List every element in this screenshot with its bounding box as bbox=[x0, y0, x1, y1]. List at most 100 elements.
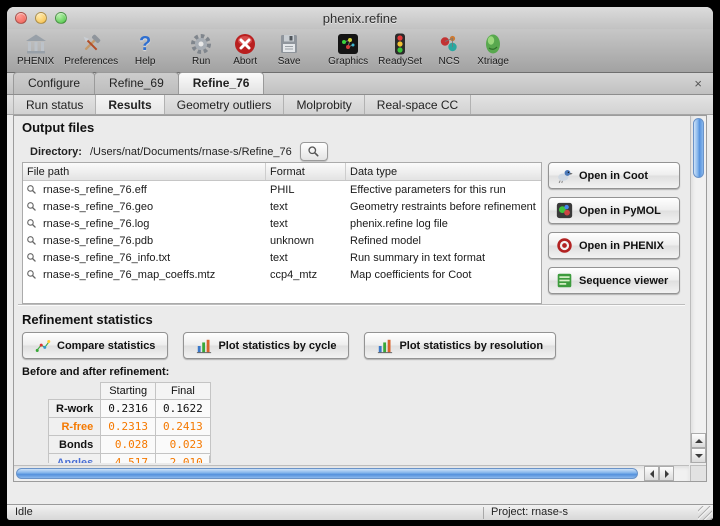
table-row[interactable]: rnase-s_refine_76_map_coeffs.mtz ccp4_mt… bbox=[23, 266, 541, 283]
tools-icon bbox=[79, 31, 103, 57]
plot-statistics-by-cycle-button[interactable]: Plot statistics by cycle bbox=[183, 332, 349, 359]
subtab-geometry-outliers[interactable]: Geometry outliers bbox=[165, 95, 285, 114]
subtab-run-status[interactable]: Run status bbox=[13, 95, 96, 114]
column-header-data-type[interactable]: Data type bbox=[346, 163, 541, 180]
browse-directory-button[interactable] bbox=[300, 142, 328, 161]
bar-chart-icon bbox=[196, 338, 212, 354]
toolbar-label: Xtriage bbox=[477, 56, 509, 67]
section-divider bbox=[18, 304, 685, 305]
button-label: Plot statistics by cycle bbox=[218, 340, 336, 352]
stats-column-starting: Starting bbox=[101, 383, 156, 400]
format-cell: unknown bbox=[266, 235, 346, 247]
scroll-left-arrow-icon[interactable] bbox=[644, 466, 659, 481]
horizontal-scrollbar-thumb[interactable] bbox=[16, 468, 638, 479]
table-row[interactable]: rnase-s_refine_76.pdb unknown Refined mo… bbox=[23, 232, 541, 249]
toolbar-button-save[interactable]: Save bbox=[272, 31, 306, 67]
xtriage-icon bbox=[481, 31, 505, 57]
viewer-buttons-column: Open in Coot Open in PyMOL Open in PHENI… bbox=[548, 162, 680, 294]
magnifier-icon[interactable] bbox=[23, 269, 39, 280]
results-scrollview: Output files Directory: /Users/nat/Docum… bbox=[14, 116, 689, 463]
table-row[interactable]: rnase-s_refine_76.log text phenix.refine… bbox=[23, 215, 541, 232]
scroll-up-arrow-icon[interactable] bbox=[691, 433, 706, 448]
data-type-cell: Map coefficients for Coot bbox=[346, 269, 541, 281]
magnifier-icon[interactable] bbox=[23, 252, 39, 263]
toolbar-button-readyset[interactable]: ReadySet bbox=[378, 31, 422, 67]
results-subtabstrip: Run status Results Geometry outliers Mol… bbox=[7, 95, 713, 115]
toolbar-label: NCS bbox=[439, 56, 460, 67]
tab-configure[interactable]: Configure bbox=[13, 72, 95, 94]
plot-statistics-by-resolution-button[interactable]: Plot statistics by resolution bbox=[364, 332, 556, 359]
help-question-icon: ? bbox=[139, 31, 151, 57]
statusbar-divider bbox=[483, 507, 484, 519]
open-in-coot-button[interactable]: Open in Coot bbox=[548, 162, 680, 189]
data-type-cell: Refined model bbox=[346, 235, 541, 247]
file-path-cell: rnase-s_refine_76.pdb bbox=[39, 235, 266, 247]
button-label: Open in PHENIX bbox=[579, 240, 664, 252]
stats-corner-cell bbox=[194, 455, 210, 464]
toolbar-button-phenix[interactable]: PHENIX bbox=[17, 31, 54, 67]
vertical-scrollbar-thumb[interactable] bbox=[693, 118, 704, 178]
toolbar-button-ncs[interactable]: NCS bbox=[432, 31, 466, 67]
tab-refine-76[interactable]: Refine_76 bbox=[178, 72, 265, 94]
toolbar-button-help[interactable]: ? Help bbox=[128, 31, 162, 67]
toolbar-label: Save bbox=[278, 56, 301, 67]
tab-close-icon[interactable]: × bbox=[691, 77, 705, 90]
scroll-right-arrow-icon[interactable] bbox=[659, 466, 674, 481]
coot-bird-icon bbox=[556, 167, 573, 184]
magnifier-icon[interactable] bbox=[23, 201, 39, 212]
button-label: Open in Coot bbox=[579, 170, 648, 182]
magnifier-icon[interactable] bbox=[23, 235, 39, 246]
file-path-cell: rnase-s_refine_76.eff bbox=[39, 184, 266, 196]
toolbar-button-graphics[interactable]: Graphics bbox=[328, 31, 368, 67]
scroll-down-arrow-icon[interactable] bbox=[691, 448, 706, 463]
traffic-light-icon bbox=[388, 31, 412, 57]
tab-refine-69[interactable]: Refine_69 bbox=[94, 72, 179, 94]
vertical-scrollbar[interactable] bbox=[690, 116, 706, 463]
column-header-format[interactable]: Format bbox=[266, 163, 346, 180]
magnifier-icon[interactable] bbox=[23, 218, 39, 229]
toolbar-button-abort[interactable]: Abort bbox=[228, 31, 262, 67]
horizontal-scrollbar[interactable] bbox=[14, 465, 689, 481]
stats-row-angles: Angles 4.517 2.010 bbox=[49, 454, 211, 464]
open-in-phenix-button[interactable]: Open in PHENIX bbox=[548, 232, 680, 259]
stat-label: Angles bbox=[49, 454, 101, 464]
stat-starting-value: 0.028 bbox=[101, 436, 156, 454]
compare-statistics-button[interactable]: Compare statistics bbox=[22, 332, 168, 359]
close-window-button[interactable] bbox=[15, 12, 27, 24]
toolbar-label: PHENIX bbox=[17, 56, 54, 67]
toolbar-label: Help bbox=[135, 56, 156, 67]
minimize-window-button[interactable] bbox=[35, 12, 47, 24]
directory-label: Directory: bbox=[30, 146, 82, 158]
open-in-pymol-button[interactable]: Open in PyMOL bbox=[548, 197, 680, 224]
abort-icon bbox=[233, 31, 257, 57]
format-cell: text bbox=[266, 252, 346, 264]
toolbar-label: Graphics bbox=[328, 56, 368, 67]
toolbar-label: ReadySet bbox=[378, 56, 422, 67]
toolbar-button-preferences[interactable]: Preferences bbox=[64, 31, 118, 67]
file-path-cell: rnase-s_refine_76.log bbox=[39, 218, 266, 230]
table-row[interactable]: rnase-s_refine_76.eff PHIL Effective par… bbox=[23, 181, 541, 198]
refinement-statistics-heading: Refinement statistics bbox=[22, 312, 153, 327]
table-row[interactable]: rnase-s_refine_76.geo text Geometry rest… bbox=[23, 198, 541, 215]
subtab-molprobity[interactable]: Molprobity bbox=[284, 95, 364, 114]
column-header-file-path[interactable]: File path bbox=[23, 163, 266, 180]
magnifier-icon bbox=[307, 145, 320, 158]
resize-grip[interactable] bbox=[698, 506, 712, 520]
subtab-results[interactable]: Results bbox=[96, 95, 164, 114]
sequence-viewer-button[interactable]: Sequence viewer bbox=[548, 267, 680, 294]
toolbar-button-run[interactable]: Run bbox=[184, 31, 218, 67]
zoom-window-button[interactable] bbox=[55, 12, 67, 24]
statistics-buttons-row: Compare statistics Plot statistics by cy… bbox=[22, 332, 556, 359]
table-header-row: File path Format Data type bbox=[23, 163, 541, 181]
file-path-cell: rnase-s_refine_76.geo bbox=[39, 201, 266, 213]
status-text: Idle bbox=[15, 506, 33, 518]
table-row[interactable]: rnase-s_refine_76_info.txt text Run summ… bbox=[23, 249, 541, 266]
window-title: phenix.refine bbox=[7, 11, 713, 26]
subtab-real-space-cc[interactable]: Real-space CC bbox=[365, 95, 471, 114]
data-type-cell: Geometry restraints before refinement bbox=[346, 201, 541, 213]
toolbar-button-xtriage[interactable]: Xtriage bbox=[476, 31, 510, 67]
magnifier-icon[interactable] bbox=[23, 184, 39, 195]
format-cell: PHIL bbox=[266, 184, 346, 196]
stats-row-bonds: Bonds 0.028 0.023 bbox=[49, 436, 211, 454]
scatter-plot-icon bbox=[35, 338, 51, 354]
